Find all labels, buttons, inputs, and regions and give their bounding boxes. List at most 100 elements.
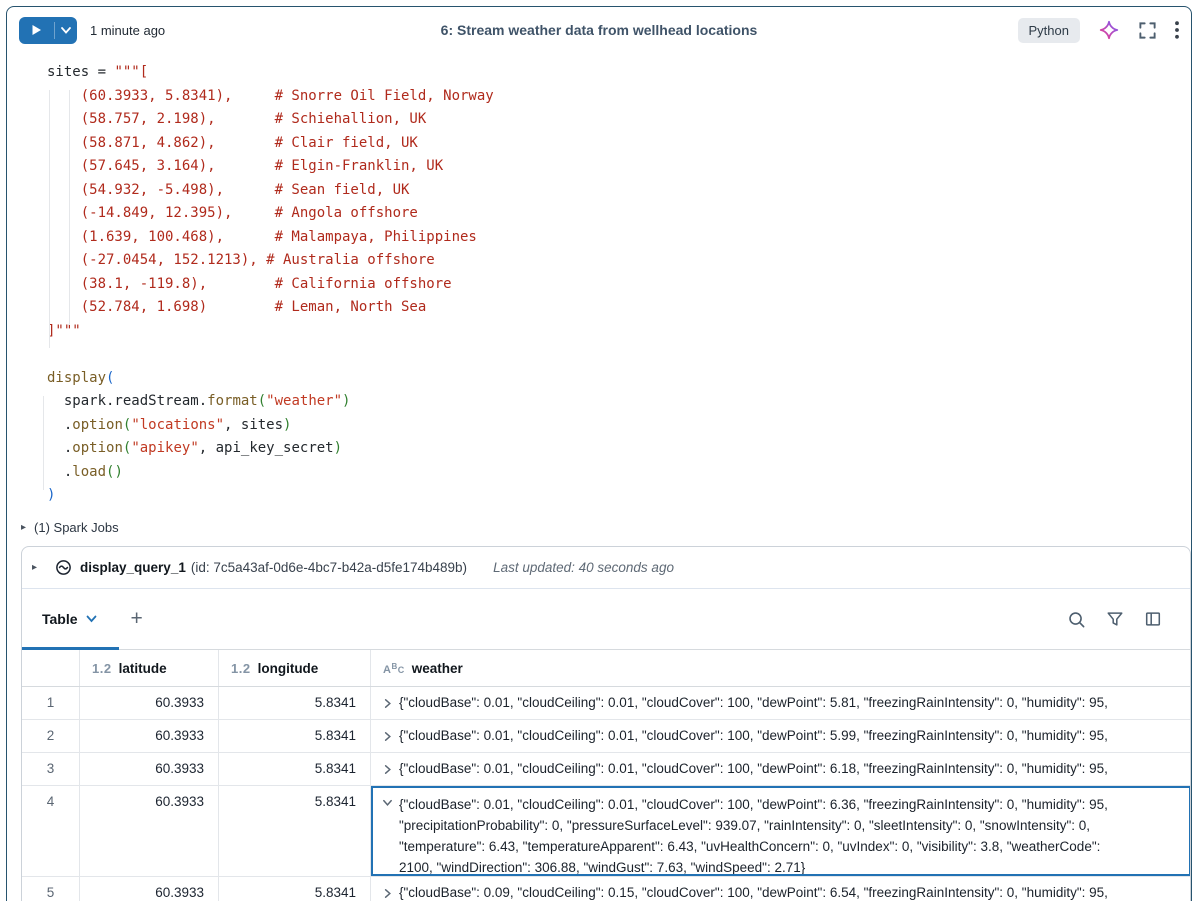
column-header-label: latitude: [119, 661, 167, 676]
query-name: display_query_1: [80, 560, 186, 575]
table-body: 160.39335.8341{"cloudBase": 0.01, "cloud…: [22, 687, 1190, 901]
code-line[interactable]: ): [7, 484, 1189, 508]
column-header-label: longitude: [258, 661, 319, 676]
table-row: 360.39335.8341 {"cloudBase": 0.01, "cloud…: [22, 753, 1190, 786]
table-toolbar: [1067, 610, 1190, 629]
code-line[interactable]: (58.871, 4.862), # Clair field, UK: [7, 132, 1189, 156]
play-icon[interactable]: [19, 24, 54, 36]
indent-guide: [43, 396, 44, 490]
cell-header: 1 minute ago 6: Stream weather data from…: [7, 7, 1191, 53]
longitude-cell[interactable]: 5.8341: [219, 877, 371, 901]
tab-dropdown-chevron-icon: [86, 615, 97, 623]
code-line[interactable]: .option("locations", sites): [7, 414, 1189, 438]
row-expand-icon[interactable]: [381, 697, 394, 710]
stream-query-header[interactable]: ▸ display_query_1 (id: 7c5a43af-0d6e-4bc…: [22, 547, 1190, 589]
table-row: 560.39335.8341 {"cloudBase": 0.09, "cloud…: [22, 877, 1190, 901]
row-number-cell: 1: [22, 687, 80, 719]
row-number-cell: 3: [22, 753, 80, 785]
code-line[interactable]: (54.932, -5.498), # Sean field, UK: [7, 179, 1189, 203]
query-last-updated: Last updated: 40 seconds ago: [493, 560, 674, 575]
weather-json-collapsed: {"cloudBase": 0.09, "cloudCeiling": 0.15…: [399, 885, 1190, 900]
weather-json-expanded: {"cloudBase": 0.01, "cloudCeiling": 0.01…: [399, 794, 1189, 876]
code-line[interactable]: sites = """[: [7, 61, 1189, 85]
numeric-type-icon: 1.2: [92, 661, 112, 676]
tab-table[interactable]: Table: [22, 589, 119, 649]
expand-fullscreen-icon[interactable]: [1138, 21, 1157, 40]
weather-cell[interactable]: {"cloudBase": 0.01, "cloudCeiling": 0.01…: [371, 753, 1190, 785]
code-line[interactable]: (-14.849, 12.395), # Angola offshore: [7, 202, 1189, 226]
add-visualization-button[interactable]: +: [123, 605, 151, 633]
collapse-triangle-icon[interactable]: ▸: [32, 562, 37, 573]
code-line[interactable]: ]""": [7, 320, 1189, 344]
row-expand-icon[interactable]: [381, 730, 394, 743]
latitude-cell[interactable]: 60.3933: [80, 687, 219, 719]
kebab-menu-icon[interactable]: [1175, 21, 1179, 39]
latitude-cell[interactable]: 60.3933: [80, 786, 219, 876]
run-cell-button[interactable]: [19, 17, 77, 44]
weather-cell-selected[interactable]: {"cloudBase": 0.01, "cloudCeiling": 0.01…: [371, 786, 1191, 876]
tab-table-label: Table: [42, 611, 78, 627]
assistant-sparkle-icon[interactable]: [1098, 19, 1120, 41]
latitude-cell[interactable]: 60.3933: [80, 753, 219, 785]
code-line[interactable]: (-27.0454, 152.1213), # Australia offsho…: [7, 249, 1189, 273]
streaming-query-icon: [55, 559, 72, 576]
code-line[interactable]: display(: [7, 367, 1189, 391]
run-options-chevron-icon[interactable]: [55, 27, 77, 34]
weather-cell[interactable]: {"cloudBase": 0.01, "cloudCeiling": 0.01…: [371, 720, 1190, 752]
last-run-timestamp: 1 minute ago: [90, 23, 165, 38]
language-selector[interactable]: Python: [1018, 18, 1080, 43]
column-header-longitude[interactable]: 1.2 longitude: [219, 650, 371, 686]
column-header-weather[interactable]: ABC weather: [371, 650, 1190, 686]
code-line[interactable]: spark.readStream.format("weather"): [7, 390, 1189, 414]
code-line[interactable]: (58.757, 2.198), # Schiehallion, UK: [7, 108, 1189, 132]
results-panel: ▸ display_query_1 (id: 7c5a43af-0d6e-4bc…: [21, 546, 1191, 901]
longitude-cell[interactable]: 5.8341: [219, 687, 371, 719]
query-id: (id: 7c5a43af-0d6e-4bc7-b42a-d5fe174b489…: [191, 560, 467, 575]
column-header-latitude[interactable]: 1.2 latitude: [80, 650, 219, 686]
columns-panel-icon[interactable]: [1144, 610, 1162, 628]
row-number-cell: 2: [22, 720, 80, 752]
spark-jobs-toggle[interactable]: ▸ (1) Spark Jobs: [7, 513, 119, 541]
weather-json-collapsed: {"cloudBase": 0.01, "cloudCeiling": 0.01…: [399, 695, 1190, 710]
row-expand-icon[interactable]: [381, 763, 394, 776]
filter-icon[interactable]: [1106, 610, 1124, 628]
table-row: 160.39335.8341 {"cloudBase": 0.01, "cloud…: [22, 687, 1190, 720]
weather-cell[interactable]: {"cloudBase": 0.09, "cloudCeiling": 0.15…: [371, 877, 1190, 901]
collapse-triangle-icon[interactable]: ▸: [21, 522, 26, 533]
row-expand-icon[interactable]: [381, 887, 394, 900]
code-lines: sites = """[ (60.3933, 5.8341), # Snorre…: [7, 61, 1189, 508]
weather-json-collapsed: {"cloudBase": 0.01, "cloudCeiling": 0.01…: [399, 761, 1190, 776]
table-header-row: 1.2 latitude 1.2 longitude ABC weather: [22, 650, 1190, 687]
weather-cell[interactable]: {"cloudBase": 0.01, "cloudCeiling": 0.01…: [371, 687, 1190, 719]
code-editor[interactable]: sites = """[ (60.3933, 5.8341), # Snorre…: [7, 61, 1189, 508]
code-line[interactable]: (52.784, 1.698) # Leman, North Sea: [7, 296, 1189, 320]
spark-jobs-label: (1) Spark Jobs: [34, 520, 119, 535]
notebook-cell-page: 1 minute ago 6: Stream weather data from…: [0, 0, 1200, 901]
notebook-cell: 1 minute ago 6: Stream weather data from…: [6, 6, 1192, 901]
longitude-cell[interactable]: 5.8341: [219, 786, 371, 876]
row-number-cell: 4: [22, 786, 80, 876]
code-line[interactable]: [7, 343, 1189, 367]
table-row: 260.39335.8341{"cloudBase": 0.01, "cloud…: [22, 720, 1190, 753]
numeric-type-icon: 1.2: [231, 661, 251, 676]
cell-header-actions: Python: [1018, 18, 1179, 43]
code-line[interactable]: (57.645, 3.164), # Elgin-Franklin, UK: [7, 155, 1189, 179]
results-tab-bar: Table +: [22, 589, 1190, 650]
longitude-cell[interactable]: 5.8341: [219, 753, 371, 785]
table-row: 460.39335.8341 {"cloudBase": 0.01, "cloud…: [22, 786, 1190, 877]
row-number-cell: 5: [22, 877, 80, 901]
code-line[interactable]: (38.1, -119.8), # California offshore: [7, 273, 1189, 297]
latitude-cell[interactable]: 60.3933: [80, 720, 219, 752]
code-line[interactable]: .load(): [7, 461, 1189, 485]
row-collapse-icon[interactable]: [381, 796, 394, 809]
string-type-icon: ABC: [383, 661, 405, 676]
code-line[interactable]: (1.639, 100.468), # Malampaya, Philippin…: [7, 226, 1189, 250]
indent-guide: [49, 90, 50, 348]
code-line[interactable]: .option("apikey", api_key_secret): [7, 437, 1189, 461]
code-line[interactable]: (60.3933, 5.8341), # Snorre Oil Field, N…: [7, 85, 1189, 109]
indent-guide: [69, 90, 70, 325]
longitude-cell[interactable]: 5.8341: [219, 720, 371, 752]
search-icon[interactable]: [1067, 610, 1086, 629]
column-header-label: weather: [412, 661, 463, 676]
latitude-cell[interactable]: 60.3933: [80, 877, 219, 901]
